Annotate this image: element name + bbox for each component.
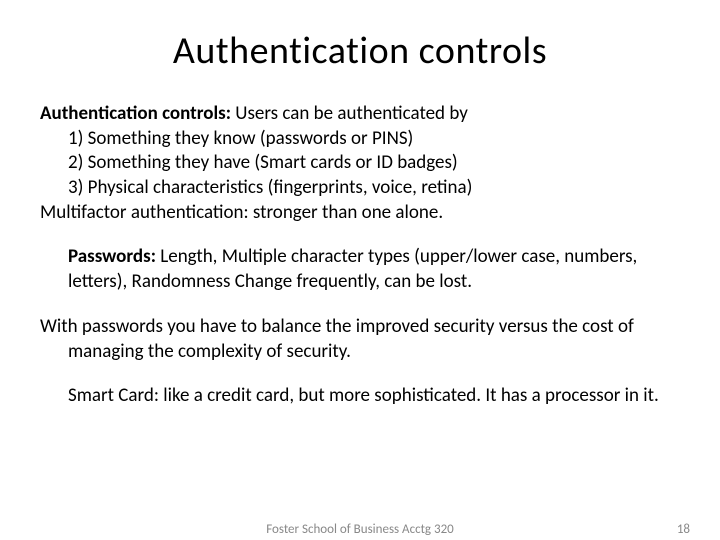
auth-list: 1) Something they know (passwords or PIN… xyxy=(40,127,680,201)
list-item: 3) Physical characteristics (fingerprint… xyxy=(68,176,680,201)
smartcard-block: Smart Card: like a credit card, but more… xyxy=(40,384,680,409)
slide-content: Authentication controls Authentication c… xyxy=(0,0,720,409)
balance-line2: managing the complexity of security. xyxy=(40,340,680,365)
page-number: 18 xyxy=(677,522,690,537)
auth-intro-line: Authentication controls: Users can be au… xyxy=(40,102,680,127)
slide-title: Authentication controls xyxy=(40,28,680,74)
balance-line1: With passwords you have to balance the i… xyxy=(40,315,680,340)
auth-intro: Users can be authenticated by xyxy=(231,102,468,125)
list-item: 1) Something they know (passwords or PIN… xyxy=(68,127,680,152)
passwords-label: Passwords: xyxy=(68,245,156,268)
footer-center: Foster School of Business Acctg 320 xyxy=(266,522,454,537)
balance-block: With passwords you have to balance the i… xyxy=(40,315,680,364)
body-text: Authentication controls: Users can be au… xyxy=(40,102,680,409)
multifactor-line: Multifactor authentication: stronger tha… xyxy=(40,201,680,226)
passwords-block: Passwords: Length, Multiple character ty… xyxy=(40,245,680,294)
list-item: 2) Something they have (Smart cards or I… xyxy=(68,151,680,176)
auth-label: Authentication controls: xyxy=(40,102,231,125)
